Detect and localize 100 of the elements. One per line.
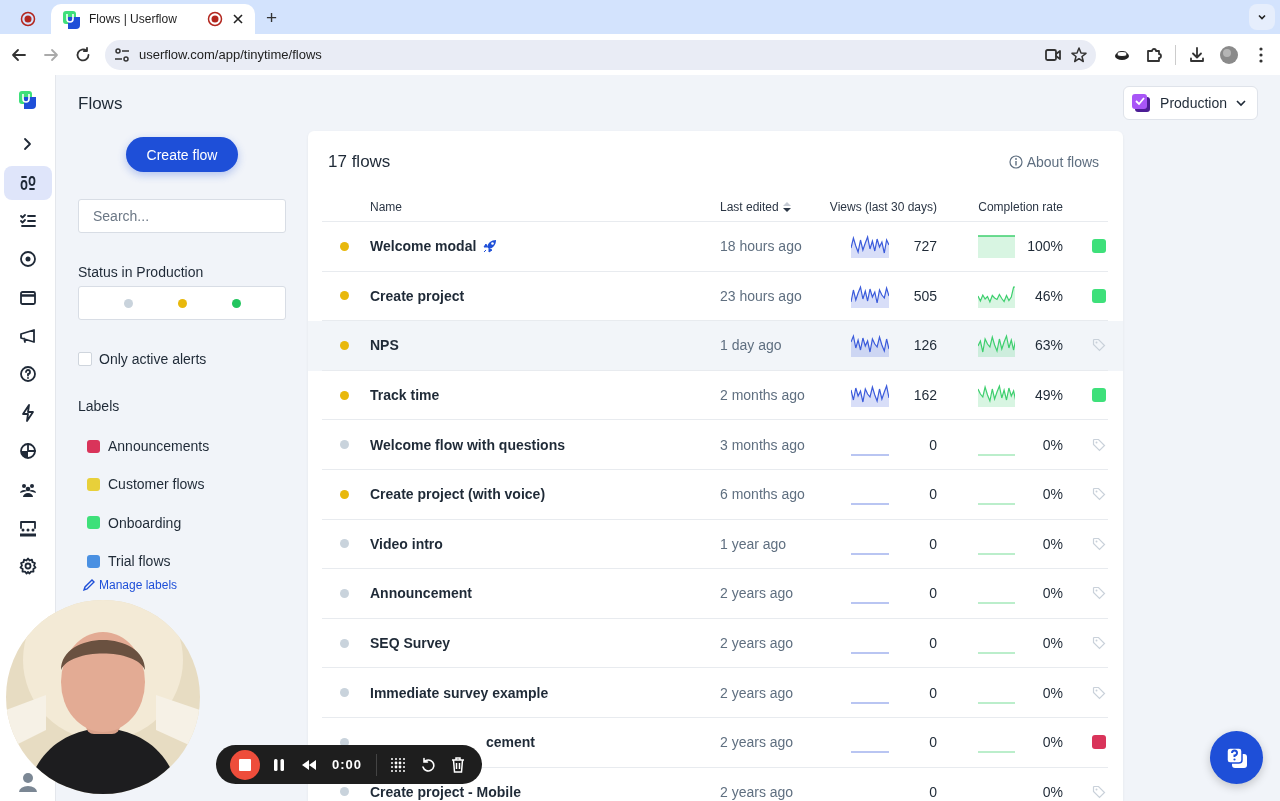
- nav-item[interactable]: [3, 165, 52, 200]
- views-count: 505: [912, 287, 937, 304]
- label-name[interactable]: Announcements: [108, 438, 210, 455]
- last-edited-text: 2 years ago: [720, 585, 795, 602]
- environment-icon: [1130, 92, 1153, 114]
- create-flow-button[interactable]: Create flow: [125, 137, 239, 172]
- completion-rate: 0%: [1041, 684, 1063, 701]
- undo-icon: [420, 756, 437, 773]
- help-button[interactable]: [1210, 731, 1263, 784]
- views-count: 727: [912, 238, 937, 255]
- manage-labels-link[interactable]: Manage labels: [82, 578, 286, 593]
- checkbox[interactable]: [78, 352, 92, 366]
- completion-rate: 0%: [1041, 783, 1063, 800]
- info-icon: [1008, 155, 1023, 169]
- flow-name[interactable]: SEQ Survey: [370, 635, 451, 652]
- label-swatch[interactable]: [1092, 239, 1106, 254]
- flow-name[interactable]: Create project - Mobile: [370, 783, 521, 800]
- app-logo-icon[interactable]: [16, 89, 39, 111]
- flow-row[interactable]: Welcome flow with questions 3 months ago 0 0%: [308, 420, 1124, 470]
- last-edited-text: 18 hours ago: [720, 238, 803, 255]
- last-edited-text: 2 years ago: [720, 635, 795, 652]
- trash-icon: [451, 756, 466, 773]
- views-count: 0: [928, 535, 937, 552]
- url-text: userflow.com/app/tinytime/flows: [139, 47, 323, 62]
- flow-name[interactable]: Create project (with voice): [370, 486, 546, 503]
- flow-row[interactable]: NPS 1 day ago 126 63%: [308, 321, 1124, 371]
- column-header: Name: [370, 200, 403, 214]
- chevron-down-icon: [1235, 97, 1247, 109]
- last-edited-text: 2 years ago: [720, 684, 795, 701]
- last-edited-text: 23 hours ago: [720, 287, 803, 304]
- stop-button[interactable]: [230, 749, 260, 780]
- column-header: Views (last 30 days): [829, 200, 937, 214]
- column-header: Completion rate: [978, 200, 1063, 214]
- last-edited-text: 1 year ago: [720, 535, 788, 552]
- environment-dropdown[interactable]: Production: [1123, 86, 1258, 120]
- last-edited-text: 2 months ago: [720, 387, 806, 404]
- last-edited-text: 2 years ago: [720, 734, 795, 751]
- flow-name[interactable]: NPS: [370, 337, 399, 354]
- pencil-icon: [82, 578, 96, 593]
- views-count: 0: [928, 783, 937, 800]
- views-count: 162: [912, 387, 937, 404]
- label-name[interactable]: Customer flows: [108, 476, 205, 493]
- completion-rate: 0%: [1041, 635, 1063, 652]
- views-count: 0: [928, 684, 937, 701]
- last-edited-text: 2 years ago: [720, 783, 795, 800]
- close-icon[interactable]: [231, 12, 245, 26]
- star-icon[interactable]: [1070, 45, 1088, 64]
- last-edited-text: 6 months ago: [720, 486, 806, 503]
- completion-rate: 46%: [1033, 287, 1063, 304]
- flow-row[interactable]: Announcement 2 years ago 0 0%: [308, 569, 1124, 619]
- stop-icon: [239, 758, 251, 771]
- flow-name[interactable]: Create project: [370, 287, 465, 304]
- flow-row[interactable]: SEQ Survey 2 years ago 0 0%: [308, 618, 1124, 669]
- target-icon: [17, 249, 38, 270]
- record-icon: [207, 11, 223, 27]
- tab-title: Flows | Userflow: [89, 12, 178, 26]
- dot-grid-icon: [390, 756, 407, 773]
- record-icon: [20, 11, 36, 27]
- flow-name[interactable]: Video intro: [370, 535, 443, 552]
- completion-rate: 63%: [1033, 337, 1063, 354]
- label-name[interactable]: Trial flows: [108, 553, 171, 570]
- completion-rate: 49%: [1033, 387, 1063, 404]
- puzzle-icon: [1145, 45, 1163, 64]
- label-swatch[interactable]: [1092, 388, 1106, 403]
- label-name[interactable]: Onboarding: [108, 514, 182, 531]
- last-edited-text: 1 day ago: [720, 337, 783, 354]
- settings-icon: [17, 556, 38, 577]
- completion-rate: 0%: [1041, 486, 1063, 503]
- avatar-icon: [1219, 44, 1239, 65]
- completion-rate: 0%: [1041, 535, 1063, 552]
- flow-row[interactable]: Track time 2 months ago 162 49%: [308, 370, 1124, 421]
- label-swatch[interactable]: [1092, 735, 1106, 750]
- flow-row[interactable]: Immediate survey example 2 years ago 0 0%: [308, 668, 1124, 718]
- flow-name[interactable]: Welcome modal: [370, 238, 477, 255]
- browser-tab[interactable]: Flows | Userflow: [51, 4, 255, 34]
- column-header[interactable]: Last edited: [720, 200, 792, 214]
- views-count: 0: [928, 635, 937, 652]
- address-bar[interactable]: userflow.com/app/tinytime/flows: [105, 39, 1096, 70]
- views-count: 126: [912, 337, 937, 354]
- page-title: Flows: [78, 94, 124, 114]
- pie-chart-icon: [17, 441, 38, 462]
- about-flows-link[interactable]: About flows: [1008, 154, 1100, 170]
- new-tab-button[interactable]: +: [262, 4, 282, 34]
- flow-name[interactable]: Welcome flow with questions: [370, 436, 565, 453]
- completion-rate: 0%: [1041, 436, 1063, 453]
- search-field[interactable]: Search...: [78, 199, 286, 233]
- sort-icon: [781, 201, 792, 213]
- flow-row[interactable]: Video intro 1 year ago 0 0%: [308, 519, 1124, 570]
- flow-name[interactable]: Immediate survey example: [370, 684, 549, 701]
- completion-rate: 0%: [1041, 585, 1063, 602]
- site-settings-icon[interactable]: [113, 45, 131, 64]
- flow-name[interactable]: Track time: [370, 387, 440, 404]
- last-edited-text: 3 months ago: [720, 436, 806, 453]
- download-icon: [1188, 45, 1206, 64]
- label-swatch[interactable]: [1092, 288, 1106, 303]
- flow-name[interactable]: Announcement: [370, 585, 472, 602]
- flow-row[interactable]: Welcome modal 18 hours ago 727 100%: [308, 222, 1124, 272]
- flow-row[interactable]: Create project (with voice) 6 months ago 0 0%: [308, 469, 1124, 520]
- more-icon: [1258, 45, 1264, 64]
- user-icon[interactable]: [16, 771, 39, 793]
